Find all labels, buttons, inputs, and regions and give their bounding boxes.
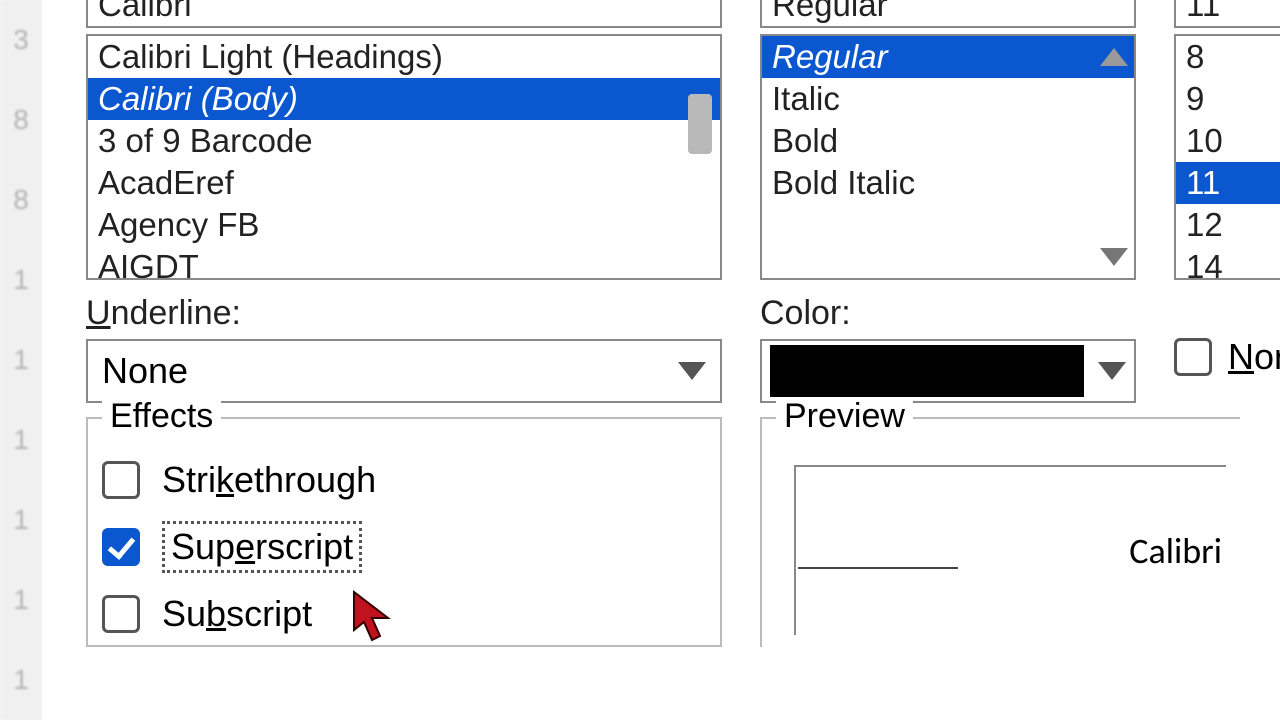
list-item[interactable]: 11 xyxy=(1176,162,1280,204)
list-item[interactable]: Regular xyxy=(762,36,1134,78)
superscript-checkbox[interactable] xyxy=(102,528,140,566)
font-size-input[interactable]: 11 xyxy=(1174,0,1280,28)
scroll-down-icon[interactable] xyxy=(1100,248,1128,266)
chevron-down-icon xyxy=(1098,362,1126,380)
scroll-up-icon[interactable] xyxy=(1100,48,1128,66)
effects-title: Effects xyxy=(102,397,221,436)
normal-font-checkbox[interactable] xyxy=(1174,338,1212,376)
normal-font-checkbox-row[interactable]: Nor xyxy=(1174,336,1280,378)
font-dialog: Calibri Regular 11 Calibri Light (Headin… xyxy=(42,0,1280,720)
preview-sample-text: Calibri xyxy=(1129,529,1222,573)
list-item[interactable]: Calibri Light (Headings) xyxy=(88,36,720,78)
list-item[interactable]: 8 xyxy=(1176,36,1280,78)
preview-sample-area: Calibri xyxy=(794,465,1226,635)
list-item[interactable]: 12 xyxy=(1176,204,1280,246)
font-style-input[interactable]: Regular xyxy=(760,0,1136,28)
underline-combobox[interactable]: None xyxy=(86,339,722,403)
list-item[interactable]: Bold xyxy=(762,120,1134,162)
strikethrough-checkbox[interactable] xyxy=(102,461,140,499)
superscript-label: Superscript xyxy=(162,521,362,573)
list-item[interactable]: 3 of 9 Barcode xyxy=(88,120,720,162)
list-item[interactable]: Bold Italic xyxy=(762,162,1134,204)
list-item[interactable]: 14 xyxy=(1176,246,1280,288)
list-item[interactable]: Italic xyxy=(762,78,1134,120)
strikethrough-label: Strikethrough xyxy=(162,459,376,501)
list-item[interactable]: AcadEref xyxy=(88,162,720,204)
preview-baseline xyxy=(798,567,958,569)
subscript-label: Subscript xyxy=(162,593,312,635)
color-label: Color: xyxy=(760,294,1136,333)
scrollbar-thumb[interactable] xyxy=(688,94,712,154)
preview-title: Preview xyxy=(776,397,913,436)
color-combobox[interactable] xyxy=(760,339,1136,403)
list-item[interactable]: 10 xyxy=(1176,120,1280,162)
font-style-listbox[interactable]: Regular Italic Bold Bold Italic xyxy=(760,34,1136,280)
font-name-input[interactable]: Calibri xyxy=(86,0,722,28)
list-item[interactable]: Calibri (Body) xyxy=(88,78,720,120)
preview-groupbox: Preview Calibri xyxy=(760,417,1240,647)
subscript-checkbox[interactable] xyxy=(102,595,140,633)
effects-groupbox: Effects Strikethrough Superscript Subscr… xyxy=(86,417,722,647)
subscript-row[interactable]: Subscript xyxy=(102,593,706,635)
color-swatch xyxy=(770,345,1084,397)
font-size-listbox[interactable]: 8 9 10 11 12 14 xyxy=(1174,34,1280,280)
superscript-row[interactable]: Superscript xyxy=(102,521,706,573)
strikethrough-row[interactable]: Strikethrough xyxy=(102,459,706,501)
chevron-down-icon xyxy=(678,362,706,380)
list-item[interactable]: AIGDT xyxy=(88,246,720,280)
list-item[interactable]: Agency FB xyxy=(88,204,720,246)
underline-value: None xyxy=(102,350,188,392)
list-item[interactable]: 9 xyxy=(1176,78,1280,120)
underline-label: Underline: xyxy=(86,294,722,333)
spreadsheet-row-headers: 388111111 xyxy=(0,0,42,720)
font-name-listbox[interactable]: Calibri Light (Headings) Calibri (Body) … xyxy=(86,34,722,280)
